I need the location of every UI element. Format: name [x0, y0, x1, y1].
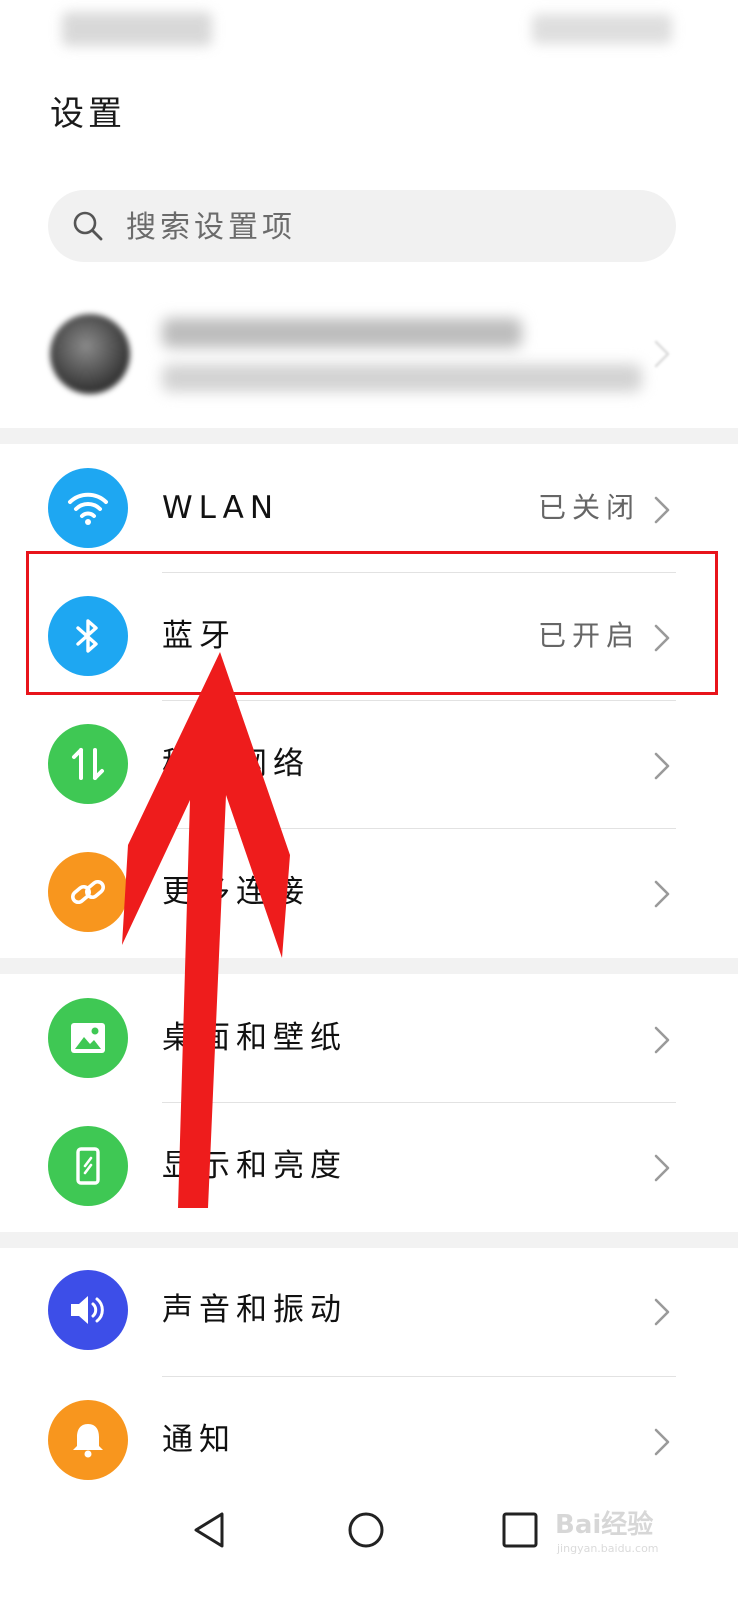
status-bar-left-blurred	[62, 12, 212, 46]
settings-item-mobile-network[interactable]: 移动网络	[0, 700, 738, 828]
account-desc-blurred	[162, 364, 642, 392]
page-title: 设置	[50, 94, 126, 134]
chevron-right-icon	[654, 624, 670, 652]
chevron-right-icon	[654, 1154, 670, 1182]
settings-item-label: WLAN	[162, 490, 280, 526]
mobile-data-icon	[48, 724, 128, 804]
chevron-right-icon	[654, 1026, 670, 1054]
settings-item-label: 通知	[162, 1422, 236, 1458]
settings-item-label: 更多连接	[162, 874, 310, 910]
watermark-text: Bai经验	[555, 1510, 654, 1540]
chevron-right-icon	[654, 752, 670, 780]
settings-item-more-connections[interactable]: 更多连接	[0, 828, 738, 956]
account-name-blurred	[162, 318, 522, 348]
search-input[interactable]	[124, 190, 648, 264]
watermark: Bai经验 jingyan.baidu.com	[555, 1500, 705, 1560]
settings-item-bluetooth[interactable]: 蓝牙 已开启	[0, 572, 738, 700]
settings-item-label: 蓝牙	[162, 618, 236, 654]
section-gap	[0, 958, 738, 974]
recents-icon[interactable]	[498, 1508, 542, 1552]
watermark-sub: jingyan.baidu.com	[557, 1542, 659, 1555]
link-icon	[48, 852, 128, 932]
settings-item-wlan[interactable]: WLAN 已关闭	[0, 444, 738, 572]
settings-item-status: 已关闭	[537, 491, 640, 524]
settings-item-label: 移动网络	[162, 746, 310, 782]
section-gap	[0, 428, 738, 444]
search-icon	[73, 211, 103, 241]
status-bar	[0, 0, 738, 56]
home-icon[interactable]	[344, 1508, 388, 1552]
status-bar-right-blurred	[532, 14, 672, 44]
speaker-icon	[48, 1270, 128, 1350]
chevron-right-icon	[654, 340, 670, 368]
bluetooth-icon	[48, 596, 128, 676]
settings-item-notifications[interactable]: 通知	[0, 1376, 738, 1504]
settings-item-display-brightness[interactable]: 显示和亮度	[0, 1102, 738, 1230]
chevron-right-icon	[654, 496, 670, 524]
settings-item-label: 声音和振动	[162, 1292, 347, 1328]
chevron-right-icon	[654, 1298, 670, 1326]
chevron-right-icon	[654, 1428, 670, 1456]
settings-item-label: 显示和亮度	[162, 1148, 347, 1184]
phone-display-icon	[48, 1126, 128, 1206]
settings-item-label: 桌面和壁纸	[162, 1020, 347, 1056]
back-icon[interactable]	[190, 1508, 234, 1552]
chevron-right-icon	[654, 880, 670, 908]
settings-item-desktop-wallpaper[interactable]: 桌面和壁纸	[0, 974, 738, 1102]
settings-item-sound-vibration[interactable]: 声音和振动	[0, 1246, 738, 1374]
avatar	[50, 314, 130, 394]
search-bar[interactable]	[48, 190, 676, 264]
account-card[interactable]	[0, 292, 738, 426]
wifi-icon	[48, 468, 128, 548]
bell-icon	[48, 1400, 128, 1480]
image-icon	[48, 998, 128, 1078]
settings-item-status: 已开启	[537, 619, 640, 652]
